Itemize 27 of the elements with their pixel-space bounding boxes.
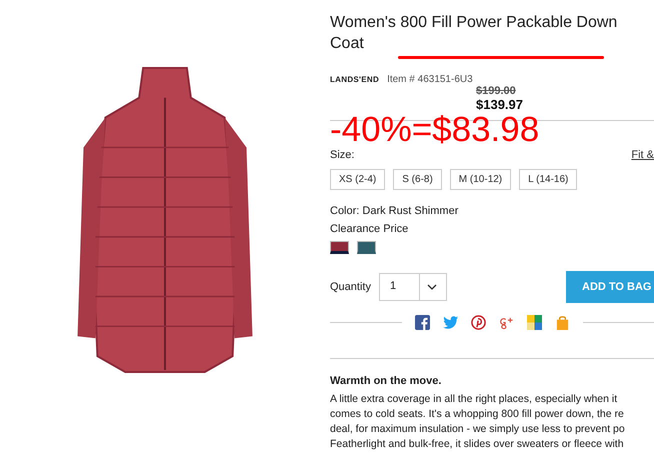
color-label: Color: Dark Rust Shimmer xyxy=(330,205,460,217)
price-annotation: -40%=$83.98 xyxy=(330,113,540,147)
brand-logo: LANDS'END xyxy=(330,75,380,84)
product-title: Women's 800 Fill Power Packable Down Coat xyxy=(330,13,618,54)
size-option[interactable]: L (14-16) xyxy=(519,169,578,190)
size-option[interactable]: XS (2-4) xyxy=(330,169,386,190)
description-heading: Warmth on the move. xyxy=(330,375,442,387)
clearance-label: Clearance Price xyxy=(330,223,410,235)
quantity-select[interactable]: 1 xyxy=(378,273,447,301)
size-option[interactable]: M (10-12) xyxy=(450,169,512,190)
chevron-down-icon xyxy=(426,284,437,290)
facebook-icon[interactable] xyxy=(414,315,430,330)
bird-icon[interactable] xyxy=(442,315,458,330)
fit-guide-link[interactable]: Fit & xyxy=(631,149,654,161)
size-label: Size: xyxy=(330,149,354,161)
pinterest-icon[interactable] xyxy=(470,315,486,330)
color-swatch[interactable] xyxy=(357,241,376,254)
original-price: $199.00 xyxy=(476,85,516,97)
item-number: Item # 463151-6U3 xyxy=(387,74,473,85)
google-plus-icon[interactable] xyxy=(498,315,514,330)
squares-icon[interactable] xyxy=(526,315,542,330)
quantity-label: Quantity xyxy=(330,281,371,293)
shopping-bag-icon[interactable] xyxy=(554,315,570,330)
color-swatch[interactable] xyxy=(330,241,349,254)
description-text: A little extra coverage in all the right places, especially when it comes to cold seats. It's a whopping 800 fill power down, the re deal, for maximum insulation - we simply use less to prevent po Featherlight and bulk-free, it slides over sweaters or fleece with xyxy=(330,392,626,452)
sale-price: $139.97 xyxy=(476,97,523,112)
size-option[interactable]: S (6-8) xyxy=(393,169,442,190)
